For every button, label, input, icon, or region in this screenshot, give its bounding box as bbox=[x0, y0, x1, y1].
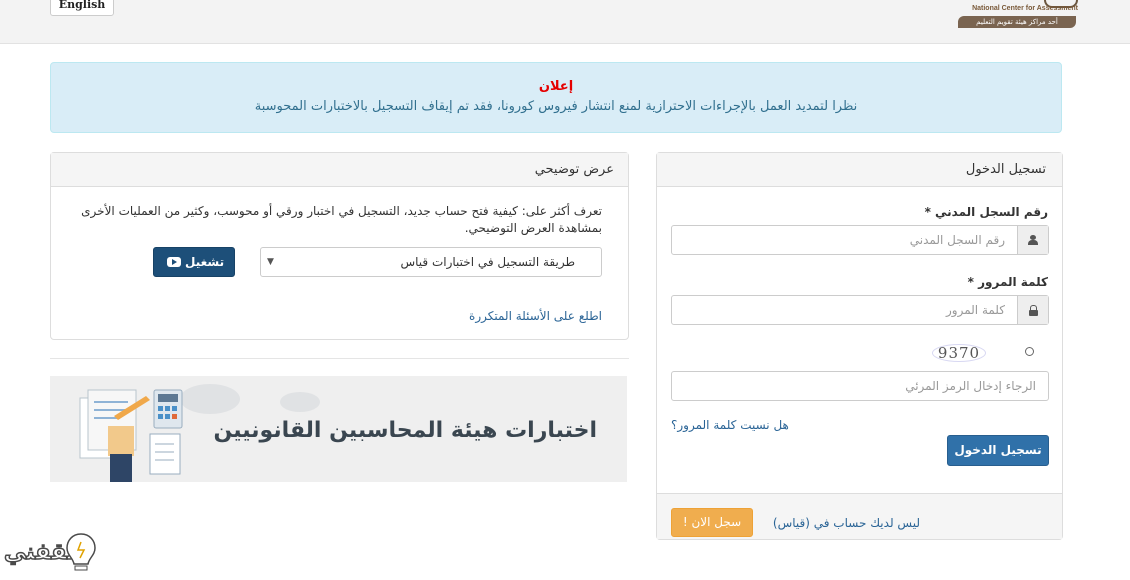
demo-panel-heading: عرض توضيحي bbox=[51, 153, 628, 187]
forgot-password-link[interactable]: هل نسيت كلمة المرور؟ bbox=[671, 418, 789, 432]
play-button[interactable]: تشغيل bbox=[153, 247, 235, 277]
faq-link[interactable]: اطلع على الأسئلة المتكررة bbox=[469, 309, 602, 323]
lightbulb-icon bbox=[66, 533, 96, 571]
password-label: كلمة المرور * bbox=[967, 275, 1048, 289]
login-panel: تسجيل الدخول رقم السجل المدني * كلمة الم… bbox=[656, 152, 1063, 540]
password-addon bbox=[1017, 296, 1048, 324]
civil-id-input[interactable] bbox=[672, 226, 1017, 254]
caret-down-icon: ▼ bbox=[267, 257, 274, 267]
header-tagline-faded bbox=[490, 0, 950, 7]
login-panel-heading: تسجيل الدخول bbox=[657, 153, 1062, 187]
login-button[interactable]: تسجيل الدخول bbox=[947, 435, 1049, 466]
cloud-shape bbox=[280, 392, 320, 412]
demo-description: تعرف أكثر على: كيفية فتح حساب جديد، التس… bbox=[81, 204, 602, 235]
announcement-text: نظرا لتمديد العمل بالإجراءات الاحترازية … bbox=[254, 99, 858, 114]
login-footer: ليس لديك حساب في (قياس) سجل الان ! bbox=[657, 493, 1062, 539]
captcha-image: 9370 bbox=[930, 341, 988, 365]
accountants-exam-banner[interactable]: اختبارات هيئة المحاسبين القانونيين bbox=[50, 376, 627, 482]
top-bar: English National Center for Assessment أ… bbox=[0, 0, 1130, 44]
captcha-refresh-radio[interactable] bbox=[1025, 347, 1034, 356]
logo-english-text: National Center for Assessment bbox=[972, 5, 1078, 12]
civil-id-label: رقم السجل المدني * bbox=[924, 205, 1048, 219]
demo-panel: عرض توضيحي تعرف أكثر على: كيفية فتح حساب… bbox=[50, 152, 629, 340]
password-group bbox=[671, 295, 1049, 325]
signup-button[interactable]: سجل الان ! bbox=[671, 508, 753, 537]
divider bbox=[50, 358, 629, 359]
play-label: تشغيل bbox=[185, 255, 225, 269]
language-switch-button[interactable]: English bbox=[50, 0, 114, 16]
youtube-play-icon bbox=[166, 257, 181, 267]
accounting-illustration-icon bbox=[79, 389, 183, 482]
civil-id-addon bbox=[1017, 226, 1048, 254]
announcement-alert: إعلان نظرا لتمديد العمل بالإجراءات الاحت… bbox=[50, 62, 1062, 133]
announcement-title: إعلان bbox=[538, 79, 574, 94]
demo-video-select[interactable]: طريقة التسجيل في اختبارات قياس ▼ bbox=[260, 247, 602, 277]
password-input[interactable] bbox=[672, 296, 1017, 324]
banner-title: اختبارات هيئة المحاسبين القانونيين bbox=[213, 418, 598, 443]
captcha-input[interactable] bbox=[671, 371, 1049, 401]
civil-id-group bbox=[671, 225, 1049, 255]
demo-select-value: طريقة التسجيل في اختبارات قياس bbox=[400, 255, 575, 269]
lock-icon bbox=[1028, 304, 1038, 316]
no-account-text: ليس لديك حساب في (قياس) bbox=[772, 516, 920, 530]
logo-arabic-text: أحد مراكز هيئة تقويم التعليم bbox=[958, 16, 1076, 28]
user-icon bbox=[1028, 235, 1038, 245]
site-watermark: ثقفني bbox=[2, 528, 102, 580]
